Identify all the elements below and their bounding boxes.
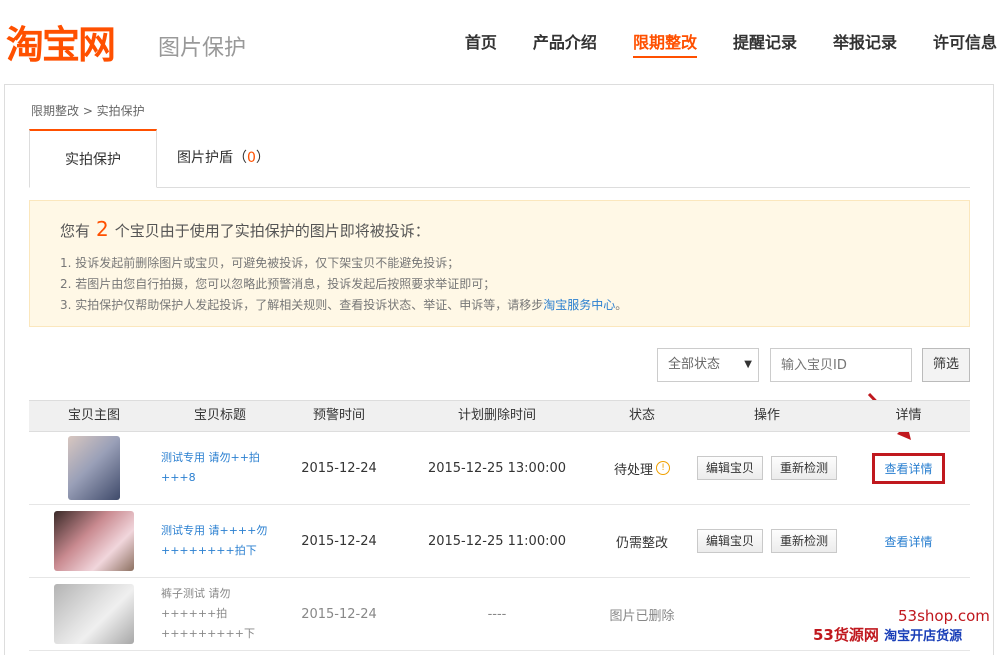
col-delete-time: 计划删除时间 [457,408,536,423]
taobao-logo[interactable]: 淘宝网 [6,14,116,69]
tab-image-shield[interactable]: 图片护盾（0） [159,129,288,187]
info-icon[interactable]: ! [656,461,670,475]
title-line: 测试专用 请勿++拍 [161,451,260,464]
title-line: +++8 [161,471,196,484]
edit-item-button[interactable]: 编辑宝贝 [696,529,763,553]
item-thumbnail[interactable] [54,511,134,571]
thumb-cell [29,578,159,650]
tab-label: 图片护盾（ [177,150,247,166]
delete-time: ---- [487,606,507,622]
status-select-value: 全部状态 [668,357,721,372]
watermark-name: 53货源网 [813,626,879,644]
warn-time: 2015-12-24 [301,606,377,622]
notice-suffix: 个宝贝由于使用了实拍保护的图片即将被投诉： [114,222,430,240]
col-actions: 操作 [753,408,780,423]
edit-item-button[interactable]: 编辑宝贝 [696,456,763,480]
logo-subtitle: 图片保护 [158,36,247,61]
col-status: 状态 [628,408,655,423]
watermark-slogan: 淘宝开店货源 [884,629,963,644]
actions-cell: 编辑宝贝 重新检测 [687,432,847,504]
notice-lines: 1. 投诉发起前删除图片或宝贝，可避免被投诉，仅下架宝贝不能避免投诉； 2. 若… [60,253,627,316]
item-id-input[interactable] [770,348,912,382]
status-text: 待处理 [613,462,653,478]
status-text: 仍需整改 [615,535,668,551]
item-title-link[interactable]: 裤子测试 请勿 ++++++拍 +++++++++下 [161,578,279,650]
col-main-image: 宝贝主图 [67,408,120,423]
notice-count: 2 [96,217,109,241]
main-panel: 限期整改 > 实拍保护 实拍保护（2） 图片护盾（0） 您有 2 个宝贝由于使用了实… [4,84,994,655]
nav-home[interactable]: 首页 [465,30,497,58]
breadcrumb: 限期整改 > 实拍保护 [31,104,145,118]
recheck-button[interactable]: 重新检测 [771,456,838,480]
view-detail-link[interactable]: 查看详情 [872,452,945,484]
title-line: ++++++拍 [161,607,228,620]
warn-time: 2015-12-24 [301,533,377,549]
detail-cell: 查看详情 [847,505,970,577]
tab-count: 0 [247,150,256,166]
service-center-link[interactable]: 淘宝服务中心 [543,298,615,312]
nav-report-records[interactable]: 举报记录 [833,30,897,58]
item-title-link[interactable]: 测试专用 请勿++拍 +++8 [161,432,279,504]
warning-notice: 您有 2 个宝贝由于使用了实拍保护的图片即将被投诉： 1. 投诉发起前删除图片或宝贝… [29,200,970,327]
table-row: 测试专用 请++++勿 ++++++++拍下 2015-12-24 2015-12… [29,505,970,578]
watermark-site: 53shop.com [898,607,990,625]
notice-line-3-text: 3. 实拍保护仅帮助保护人发起投诉，了解相关规则、查看投诉状态、举证、申诉等，请… [60,298,544,312]
detail-cell: 查看详情 [847,432,970,504]
notice-line-2: 2. 若图片由您自行拍摄，您可以忽略此预警消息，投诉发起后按照要求举证即可； [60,277,496,291]
notice-line-3: 3. 实拍保护仅帮助保护人发起投诉，了解相关规则、查看投诉状态、举证、申诉等，请… [60,295,627,316]
tab-bar: 实拍保护（2） 图片护盾（0） [29,129,970,226]
notice-line-3-end: 。 [615,298,628,312]
col-title: 宝贝标题 [193,408,246,423]
notice-line-1: 1. 投诉发起前删除图片或宝贝，可避免被投诉，仅下架宝贝不能避免投诉； [60,256,460,270]
caret-down-icon: ▼ [744,359,752,370]
nav-rectification[interactable]: 限期整改 [632,30,697,58]
thumb-cell [29,505,159,577]
title-line: 裤子测试 请勿 [161,587,231,600]
notice-title: 您有 2 个宝贝由于使用了实拍保护的图片即将被投诉： [60,217,430,241]
view-detail-link[interactable]: 查看详情 [884,533,932,550]
nav-product-intro[interactable]: 产品介绍 [533,30,597,58]
tab-real-shot-protection[interactable]: 实拍保护（2） [29,129,157,226]
thumb-cell [29,432,159,504]
col-warn-time: 预警时间 [312,408,365,423]
item-title-link[interactable]: 测试专用 请++++勿 ++++++++拍下 [161,505,279,577]
col-detail: 详情 [895,408,922,423]
nav-reminder-records[interactable]: 提醒记录 [733,30,797,58]
item-thumbnail[interactable] [68,436,120,500]
notice-prefix: 您有 [60,222,91,240]
status-cell: 待处理! [597,432,687,504]
actions-cell: 编辑宝贝 重新检测 [687,505,847,577]
status-text: 图片已删除 [609,608,675,624]
tab-suffix: ） [255,150,270,166]
delete-time: 2015-12-25 11:00:00 [427,533,567,549]
nav-license-info[interactable]: 许可信息 [933,30,997,58]
items-table: 宝贝主图 宝贝标题 预警时间 计划删除时间 状态 操作 详情 测试专用 请勿++… [29,400,970,651]
warn-time: 2015-12-24 [301,460,377,476]
title-line: +++++++++下 [161,627,255,640]
title-line: 测试专用 请++++勿 [161,524,268,537]
recheck-button[interactable]: 重新检测 [771,529,838,553]
status-select[interactable]: 全部状态 ▼ [657,348,759,382]
table-row: 测试专用 请勿++拍 +++8 2015-12-24 2015-12-25 13:… [29,432,970,505]
watermark-brand: 53货源网 淘宝开店货源 [813,624,962,645]
top-nav: 首页 产品介绍 限期整改 提醒记录 举报记录 许可信息 [429,30,997,58]
delete-time: 2015-12-25 13:00:00 [427,460,567,476]
title-line: ++++++++拍下 [161,544,257,557]
item-thumbnail [54,584,134,644]
filter-button[interactable]: 筛选 [922,348,970,382]
header: 淘宝网 图片保护 首页 产品介绍 限期整改 提醒记录 举报记录 许可信息 [0,0,997,84]
table-header: 宝贝主图 宝贝标题 预警时间 计划删除时间 状态 操作 详情 [29,400,970,432]
